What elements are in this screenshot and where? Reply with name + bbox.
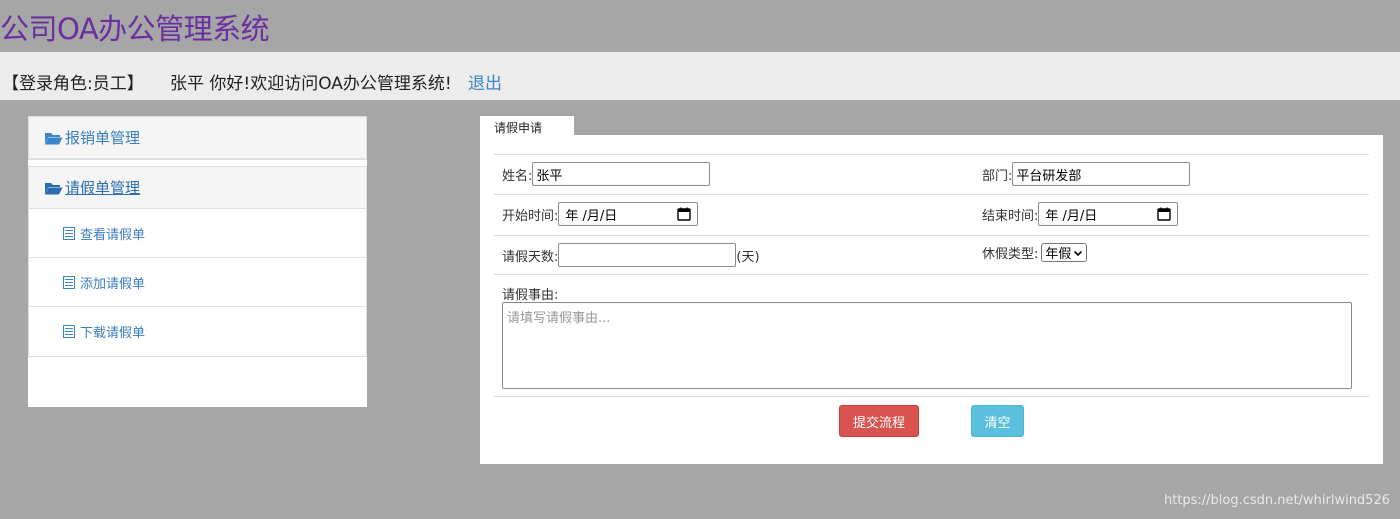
clear-button[interactable]: 清空	[971, 405, 1024, 437]
calendar-icon[interactable]	[1157, 207, 1172, 221]
sidebar-header-expense[interactable]: 报销单管理	[29, 117, 366, 159]
leave-form-panel: 姓名: 张平 部门: 平台研发部 开始时间: 年 /月/日 结束时间: 年 /月…	[480, 135, 1383, 464]
sidebar: 报销单管理 请假单管理 查看请假单 添加请假单 下载请假单	[28, 116, 367, 407]
end-date-placeholder: 年 /月/日	[1045, 208, 1098, 224]
start-date-field: 开始时间: 年 /月/日	[502, 202, 699, 226]
form-divider	[494, 274, 1369, 275]
sidebar-item-label: 下载请假单	[80, 326, 146, 341]
sidebar-section-leave: 请假单管理 查看请假单 添加请假单 下载请假单	[28, 166, 367, 357]
sidebar-item-download-leave[interactable]: 下载请假单	[29, 307, 366, 356]
department-input[interactable]: 平台研发部	[1012, 162, 1191, 186]
chevron-down-icon	[1074, 250, 1083, 256]
tab-leave-application[interactable]: 请假申请	[480, 116, 574, 135]
reason-textarea[interactable]: 请填写请假事由...	[502, 302, 1352, 389]
sidebar-header-label: 报销单管理	[65, 129, 141, 147]
leave-type-field: 休假类型: 年假	[982, 243, 1088, 262]
submit-button[interactable]: 提交流程	[839, 405, 919, 437]
leave-type-value: 年假	[1045, 247, 1072, 262]
sidebar-item-add-leave[interactable]: 添加请假单	[29, 258, 366, 307]
name-input[interactable]: 张平	[532, 162, 711, 186]
name-field: 姓名: 张平	[502, 162, 711, 186]
reason-label: 请假事由:	[502, 288, 559, 303]
sidebar-item-label: 添加请假单	[80, 276, 146, 292]
form-divider	[494, 194, 1369, 195]
list-doc-icon	[63, 226, 75, 240]
sidebar-header-label: 请假单管理	[65, 179, 141, 197]
folder-open-icon	[45, 132, 63, 144]
start-date-label: 开始时间:	[502, 208, 559, 224]
sidebar-item-view-leave[interactable]: 查看请假单	[29, 209, 366, 258]
end-date-label: 结束时间:	[982, 208, 1039, 224]
calendar-icon[interactable]	[677, 207, 692, 221]
app-title: 公司OA办公管理系统	[0, 12, 270, 46]
leave-type-select[interactable]: 年假	[1041, 243, 1088, 262]
leave-days-input[interactable]	[558, 243, 737, 267]
logout-link[interactable]: 退出	[468, 69, 502, 94]
list-doc-icon	[63, 275, 75, 289]
user-bar: 【登录角色:员工】 张平 你好!欢迎访问OA办公管理系统! 退出	[0, 52, 1400, 100]
sidebar-item-label: 查看请假单	[80, 227, 146, 243]
sidebar-header-leave[interactable]: 请假单管理	[29, 167, 366, 209]
form-divider	[494, 396, 1369, 397]
leave-days-unit: (天)	[736, 249, 760, 265]
welcome-message: 张平 你好!欢迎访问OA办公管理系统!	[170, 74, 452, 94]
form-divider	[494, 154, 1369, 155]
list-doc-icon	[63, 325, 75, 338]
department-field: 部门: 平台研发部	[982, 162, 1191, 186]
folder-open-icon	[45, 182, 63, 194]
name-label: 姓名:	[502, 168, 533, 184]
start-date-placeholder: 年 /月/日	[565, 208, 618, 224]
department-label: 部门:	[982, 168, 1013, 184]
leave-days-label: 请假天数:	[502, 249, 559, 265]
start-date-input[interactable]: 年 /月/日	[558, 202, 699, 226]
end-date-field: 结束时间: 年 /月/日	[982, 202, 1179, 226]
form-divider	[494, 235, 1369, 236]
login-role: 【登录角色:员工】	[2, 74, 144, 94]
end-date-input[interactable]: 年 /月/日	[1038, 202, 1179, 226]
leave-type-label: 休假类型:	[982, 247, 1039, 262]
sidebar-section-expense: 报销单管理	[28, 116, 367, 160]
leave-days-field: 请假天数: (天)	[502, 243, 760, 267]
watermark: https://blog.csdn.net/whirlwind526	[1163, 493, 1390, 508]
